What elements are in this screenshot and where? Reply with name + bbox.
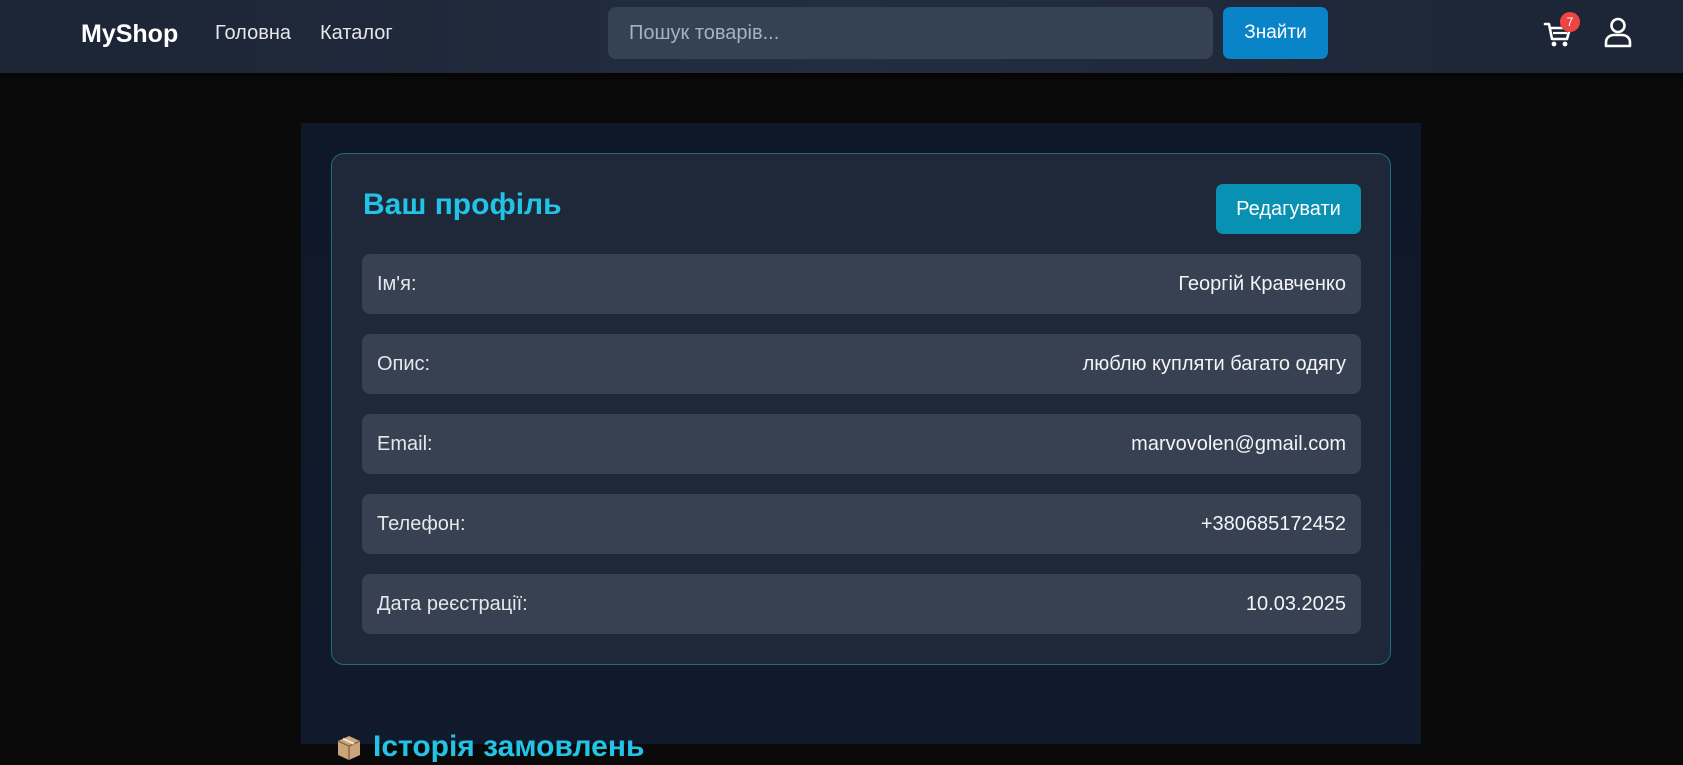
top-navbar: MyShop Головна Каталог Знайти 7 <box>0 0 1683 73</box>
order-history-title: Історія замовлень <box>373 730 645 763</box>
field-label: Опис: <box>377 352 431 375</box>
edit-profile-button[interactable]: Редагувати <box>1216 184 1361 234</box>
field-label: Дата реєстрації: <box>377 592 528 615</box>
search-input[interactable] <box>608 7 1213 59</box>
main-content: Ваш профіль Редагувати Ім'я: Георгій Кра… <box>301 123 1421 763</box>
user-icon[interactable] <box>1601 15 1635 49</box>
box-icon <box>337 736 361 760</box>
profile-title: Ваш профіль <box>363 188 562 221</box>
profile-field-registration-date: Дата реєстрації: 10.03.2025 <box>362 574 1361 634</box>
profile-field-phone: Телефон: +380685172452 <box>362 494 1361 554</box>
field-value: 10.03.2025 <box>1245 592 1346 615</box>
profile-field-description: Опис: люблю купляти багато одягу <box>362 334 1361 394</box>
nav-link-catalog[interactable]: Каталог <box>320 21 393 45</box>
field-value: +380685172452 <box>1200 512 1346 535</box>
order-history-heading: Історія замовлень <box>335 729 644 765</box>
field-label: Email: <box>377 432 433 455</box>
cart-count-badge: 7 <box>1560 12 1580 32</box>
profile-field-email: Email: marvovolen@gmail.com <box>362 414 1361 474</box>
field-label: Телефон: <box>377 512 466 535</box>
field-label: Ім'я: <box>377 272 417 295</box>
field-value: Георгій Кравченко <box>1178 272 1346 295</box>
field-value: marvovolen@gmail.com <box>1131 432 1346 455</box>
profile-field-name: Ім'я: Георгій Кравченко <box>362 254 1361 314</box>
search-button[interactable]: Знайти <box>1223 7 1328 59</box>
logo[interactable]: MyShop <box>81 19 178 49</box>
profile-card: Ваш профіль Редагувати Ім'я: Георгій Кра… <box>331 153 1391 665</box>
field-value: люблю купляти багато одягу <box>1082 352 1346 375</box>
nav-link-home[interactable]: Головна <box>215 21 291 45</box>
